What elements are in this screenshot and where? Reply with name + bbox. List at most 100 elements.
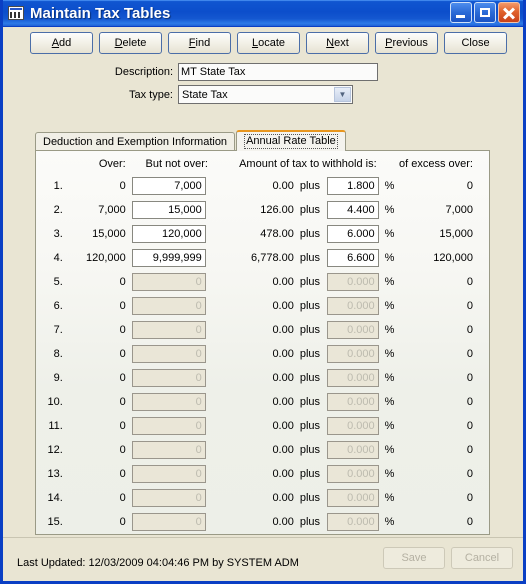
row-over-value: 0 [119, 348, 126, 360]
row-but-not-over-cell [131, 366, 218, 390]
tax-type-row: Tax type: State Tax ▼ [3, 85, 523, 104]
title-bar[interactable]: Maintain Tax Tables [3, 0, 523, 27]
find-button-label-rest: ind [195, 37, 211, 49]
row-excess-over-value: 0 [466, 372, 473, 384]
rate-input[interactable] [326, 177, 379, 195]
header-but-not-over: But not over: [145, 158, 208, 170]
row-over-value: 0 [119, 276, 126, 288]
row-rate-cell [326, 438, 383, 462]
close-icon[interactable] [498, 2, 520, 23]
header-amount-to-withhold: Amount of tax to withhold is: [239, 158, 377, 170]
header-of-excess-over: of excess over: [399, 158, 473, 170]
row-excess-over-value: 0 [466, 348, 473, 360]
close-button[interactable]: Close [444, 32, 507, 54]
row-number: 14. [47, 492, 63, 504]
table-row: 14. 0 0.00 plus% 0 [36, 486, 489, 510]
rate-table-body: 1. 0 0.00 plus% 0 2. 7,000 126.00 plus% 7,000 3. 15… [36, 174, 489, 534]
maintain-tax-tables-window: Maintain Tax Tables Add Delete Find Loca… [0, 0, 526, 584]
rate-input[interactable] [326, 201, 379, 219]
row-amount-value: 0.00 [272, 348, 294, 360]
row-rate-cell [326, 486, 383, 510]
row-rate-cell [326, 318, 383, 342]
table-row: 15. 0 0.00 plus% 0 [36, 510, 489, 534]
row-number: 9. [53, 372, 63, 384]
table-row: 8. 0 0.00 plus% 0 [36, 342, 489, 366]
header-over: Over: [98, 158, 126, 170]
tab-annual-rate-table[interactable]: Annual Rate Table [236, 130, 346, 151]
row-excess-over-value: 0 [466, 468, 473, 480]
save-button: Save [383, 547, 445, 569]
row-percent-label: % [384, 300, 395, 312]
tab-deduction-and-exemption-information[interactable]: Deduction and Exemption Information [35, 132, 236, 151]
but-not-over-input [131, 417, 206, 435]
row-plus-label: plus [299, 420, 321, 432]
previous-button-label-rest: revious [392, 37, 428, 49]
window-title: Maintain Tax Tables [30, 4, 171, 22]
row-number: 8. [53, 348, 63, 360]
next-button[interactable]: Next [306, 32, 369, 54]
row-percent-label: % [384, 324, 395, 336]
but-not-over-input [131, 513, 206, 531]
row-excess-over-value: 0 [466, 516, 473, 528]
rate-input [326, 393, 379, 411]
row-number: 12. [47, 444, 63, 456]
rate-input[interactable] [326, 249, 379, 267]
delete-button-label-rest: elete [122, 37, 147, 49]
table-row: 7. 0 0.00 plus% 0 [36, 318, 489, 342]
row-percent-label: % [384, 276, 395, 288]
table-row: 10. 0 0.00 plus% 0 [36, 390, 489, 414]
row-but-not-over-cell [131, 390, 218, 414]
rate-input[interactable] [326, 225, 379, 243]
locate-button[interactable]: Locate [237, 32, 300, 54]
but-not-over-input[interactable] [131, 177, 206, 195]
row-excess-over-value: 0 [466, 444, 473, 456]
row-plus-label: plus [299, 228, 321, 240]
description-input[interactable] [178, 63, 378, 81]
chevron-down-icon[interactable]: ▼ [334, 87, 351, 102]
rate-input [326, 273, 379, 291]
but-not-over-input [131, 273, 206, 291]
maximize-icon[interactable] [474, 2, 496, 23]
find-button[interactable]: Find [168, 32, 231, 54]
row-but-not-over-cell [131, 510, 218, 534]
row-plus-label: plus [299, 492, 321, 504]
command-button-bar: Add Delete Find Locate Next Previous Clo… [3, 27, 523, 59]
row-number: 3. [53, 228, 63, 240]
row-but-not-over-cell [131, 270, 218, 294]
status-bar: Last Updated: 12/03/2009 04:04:46 PM by … [3, 537, 523, 581]
row-rate-cell [326, 222, 383, 246]
locate-button-label-rest: ocate [258, 37, 286, 49]
row-but-not-over-cell [131, 438, 218, 462]
but-not-over-input[interactable] [131, 249, 206, 267]
cancel-button: Cancel [451, 547, 513, 569]
row-amount-value: 0.00 [272, 372, 294, 384]
row-rate-cell [326, 246, 383, 270]
row-rate-cell [326, 414, 383, 438]
table-row: 12. 0 0.00 plus% 0 [36, 438, 489, 462]
row-amount-value: 0.00 [272, 492, 294, 504]
next-button-label-rest: ext [334, 37, 349, 49]
add-button[interactable]: Add [30, 32, 93, 54]
row-rate-cell [326, 390, 383, 414]
add-button-label-rest: dd [59, 37, 72, 49]
row-percent-label: % [384, 348, 395, 360]
delete-button[interactable]: Delete [99, 32, 162, 54]
table-row: 11. 0 0.00 plus% 0 [36, 414, 489, 438]
table-row: 5. 0 0.00 plus% 0 [36, 270, 489, 294]
row-over-value: 0 [119, 396, 126, 408]
but-not-over-input[interactable] [131, 201, 206, 219]
row-rate-cell [326, 366, 383, 390]
row-number: 15. [47, 516, 63, 528]
table-row: 2. 7,000 126.00 plus% 7,000 [36, 198, 489, 222]
tax-type-select[interactable]: State Tax ▼ [178, 85, 353, 104]
table-row: 6. 0 0.00 plus% 0 [36, 294, 489, 318]
rate-input [326, 369, 379, 387]
row-rate-cell [326, 270, 383, 294]
row-but-not-over-cell [131, 342, 218, 366]
table-header-row: Over: But not over: Amount of tax to wit… [36, 157, 489, 174]
row-percent-label: % [384, 228, 395, 240]
previous-button[interactable]: Previous [375, 32, 438, 54]
but-not-over-input[interactable] [131, 225, 206, 243]
minimize-icon[interactable] [450, 2, 472, 23]
but-not-over-input [131, 489, 206, 507]
